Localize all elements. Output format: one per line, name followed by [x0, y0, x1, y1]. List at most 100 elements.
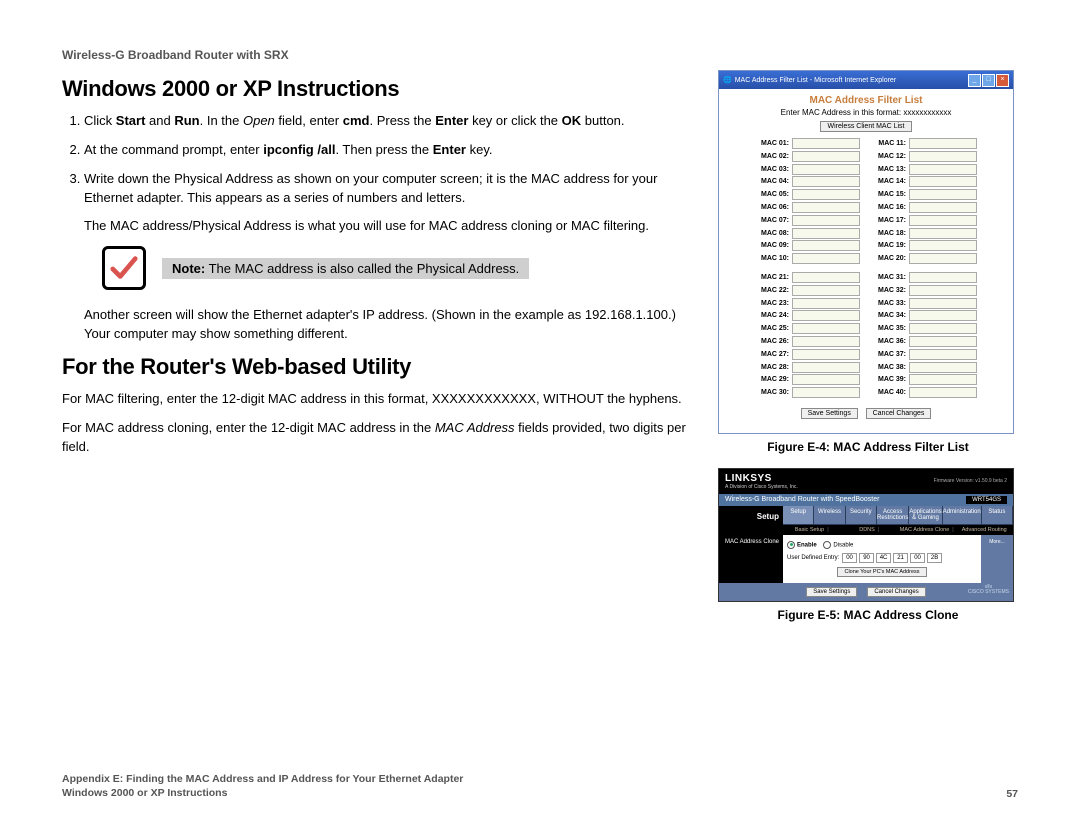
- figure-e4-titlebar: 🌐 MAC Address Filter List - Microsoft In…: [719, 71, 1013, 89]
- wireless-client-list-button[interactable]: Wireless Client MAC List: [820, 121, 911, 132]
- mac-input[interactable]: [792, 215, 860, 226]
- mac-octet-input[interactable]: 00: [910, 553, 925, 563]
- cancel-changes-button[interactable]: Cancel Changes: [866, 408, 932, 419]
- maximize-icon[interactable]: □: [982, 74, 995, 87]
- router-tab[interactable]: Setup: [783, 506, 814, 524]
- mac-input[interactable]: [909, 151, 977, 162]
- table-row: MAC 21:: [755, 272, 860, 283]
- mac-input[interactable]: [909, 176, 977, 187]
- figure-e4-window: 🌐 MAC Address Filter List - Microsoft In…: [718, 70, 1014, 434]
- mac-input[interactable]: [792, 253, 860, 264]
- router-tab[interactable]: Administration: [943, 506, 982, 524]
- mac-input[interactable]: [909, 164, 977, 175]
- mac-input[interactable]: [909, 323, 977, 334]
- mac-input[interactable]: [909, 189, 977, 200]
- router-tab[interactable]: Applications & Gaming: [909, 506, 942, 524]
- close-icon[interactable]: ×: [996, 74, 1009, 87]
- ip-example-paragraph: Another screen will show the Ethernet ad…: [84, 306, 698, 344]
- mac-input[interactable]: [909, 362, 977, 373]
- mac-label: MAC 08:: [755, 230, 792, 237]
- router-tab[interactable]: Status: [982, 506, 1013, 524]
- mac-input[interactable]: [792, 240, 860, 251]
- mac-input[interactable]: [792, 138, 860, 149]
- mac-input[interactable]: [909, 253, 977, 264]
- mac-input[interactable]: [792, 164, 860, 175]
- table-row: MAC 35:: [872, 323, 977, 334]
- mac-input[interactable]: [909, 215, 977, 226]
- router-form: Enable Disable User Defined Entry: 00904…: [783, 535, 981, 583]
- note-text: Note: The MAC address is also called the…: [162, 258, 529, 279]
- mac-input[interactable]: [909, 228, 977, 239]
- step-1: Click Start and Run. In the Open field, …: [84, 112, 698, 131]
- mac-input[interactable]: [792, 387, 860, 398]
- mac-input[interactable]: [909, 298, 977, 309]
- mac-input[interactable]: [792, 189, 860, 200]
- cisco-logo: ııllııCISCO SYSTEMS: [968, 585, 1009, 595]
- router-cancel-button[interactable]: Cancel Changes: [867, 587, 925, 597]
- mac-input[interactable]: [909, 285, 977, 296]
- router-tab[interactable]: Security: [846, 506, 877, 524]
- table-row: MAC 14:: [872, 176, 977, 187]
- router-content-label: MAC Address Clone: [719, 535, 783, 583]
- table-row: MAC 25:: [755, 323, 860, 334]
- disable-radio[interactable]: [823, 541, 831, 549]
- clone-mac-button[interactable]: Clone Your PC's MAC Address: [837, 567, 926, 577]
- mac-input[interactable]: [792, 310, 860, 321]
- router-subtab[interactable]: MAC Address Clone: [898, 527, 956, 533]
- mac-input[interactable]: [909, 240, 977, 251]
- mac-input[interactable]: [792, 323, 860, 334]
- table-row: MAC 32:: [872, 285, 977, 296]
- table-row: MAC 31:: [872, 272, 977, 283]
- mac-octet-input[interactable]: 2B: [927, 553, 942, 563]
- enable-radio[interactable]: [787, 541, 795, 549]
- table-row: MAC 27:: [755, 349, 860, 360]
- minimize-icon[interactable]: _: [968, 74, 981, 87]
- mac-input[interactable]: [792, 151, 860, 162]
- router-save-button[interactable]: Save Settings: [806, 587, 857, 597]
- mac-input[interactable]: [792, 176, 860, 187]
- router-subtab[interactable]: Advanced Routing: [956, 527, 1014, 533]
- mac-input[interactable]: [909, 349, 977, 360]
- mac-octet-input[interactable]: 4C: [876, 553, 891, 563]
- save-settings-button[interactable]: Save Settings: [801, 408, 858, 419]
- mac-input[interactable]: [792, 285, 860, 296]
- mac-octet-input[interactable]: 90: [859, 553, 874, 563]
- mac-input[interactable]: [909, 272, 977, 283]
- mac-label: MAC 24:: [755, 312, 792, 319]
- mac-label: MAC 32:: [872, 287, 909, 294]
- mac-input[interactable]: [792, 336, 860, 347]
- router-subtab[interactable]: DDNS: [841, 527, 899, 533]
- mac-input[interactable]: [909, 387, 977, 398]
- table-row: MAC 02:: [755, 151, 860, 162]
- mac-input[interactable]: [792, 362, 860, 373]
- table-row: MAC 18:: [872, 228, 977, 239]
- mac-input[interactable]: [792, 349, 860, 360]
- mac-label: MAC 10:: [755, 255, 792, 262]
- router-help-col[interactable]: More...: [981, 535, 1013, 583]
- mac-input[interactable]: [909, 202, 977, 213]
- router-tab[interactable]: Wireless: [814, 506, 845, 524]
- mac-label: MAC 09:: [755, 242, 792, 249]
- router-subtab[interactable]: Basic Setup: [783, 527, 841, 533]
- table-row: MAC 20:: [872, 253, 977, 264]
- mac-input[interactable]: [792, 202, 860, 213]
- mac-octet-input[interactable]: 00: [842, 553, 857, 563]
- table-row: MAC 36:: [872, 336, 977, 347]
- table-row: MAC 34:: [872, 310, 977, 321]
- table-row: MAC 22:: [755, 285, 860, 296]
- figure-e5-window: LINKSYS A Division of Cisco Systems, Inc…: [718, 468, 1014, 602]
- mac-input[interactable]: [909, 310, 977, 321]
- mac-input[interactable]: [909, 336, 977, 347]
- mac-input[interactable]: [909, 138, 977, 149]
- firmware-version: Firmware Version: v1.50.9 beta 2: [934, 478, 1007, 484]
- mac-input[interactable]: [909, 374, 977, 385]
- right-column: 🌐 MAC Address Filter List - Microsoft In…: [718, 70, 1018, 622]
- mac-input[interactable]: [792, 298, 860, 309]
- mac-input[interactable]: [792, 374, 860, 385]
- mac-label: MAC 28:: [755, 364, 792, 371]
- mac-input[interactable]: [792, 272, 860, 283]
- router-tab[interactable]: Access Restrictions: [877, 506, 909, 524]
- router-side-label: Setup: [719, 506, 783, 535]
- mac-input[interactable]: [792, 228, 860, 239]
- mac-octet-input[interactable]: 21: [893, 553, 908, 563]
